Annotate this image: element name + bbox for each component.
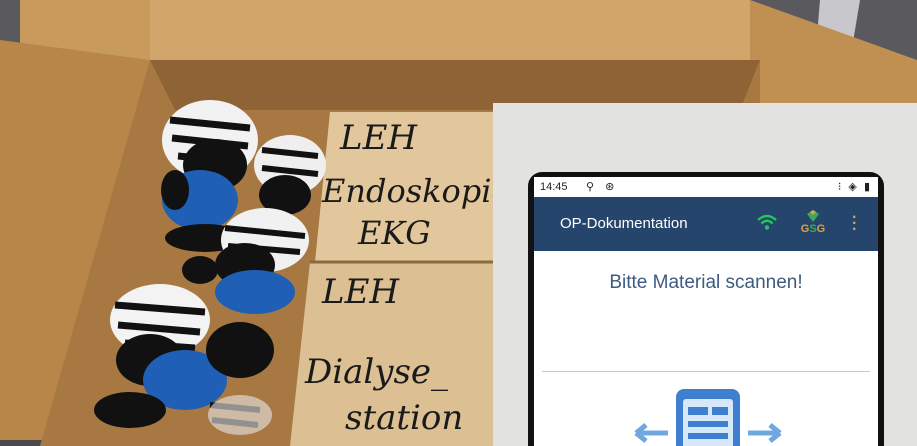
wifi-icon (756, 211, 778, 238)
status-time: 14:45 (540, 181, 568, 193)
divider (542, 371, 870, 372)
app-title: OP-Dokumentation (560, 215, 688, 232)
app-bar: OP-Dokumentation GSG · · · (534, 197, 878, 251)
scan-prompt: Bitte Material scannen! (609, 272, 803, 293)
phone-screen: 14:45 ⚲ ⊛ ⁝ ◈ ▮ OP-Dokumentation GSG ·· (534, 177, 878, 446)
status-bar: 14:45 ⚲ ⊛ ⁝ ◈ ▮ (534, 177, 878, 197)
box-label-top-line3: EKG (358, 214, 431, 252)
box-label-top-line2: Endoskopie/ (322, 172, 522, 210)
gsg-logo-text: GSG (800, 223, 826, 235)
box-label-top-line1: LEH (340, 118, 418, 158)
overflow-menu-icon[interactable]: · · · (852, 210, 857, 238)
scan-material-icon[interactable] (630, 385, 786, 446)
box-label-bottom-line1: LEH (322, 272, 400, 312)
gsg-logo: GSG (800, 209, 826, 239)
status-left-icons: ⚲ ⊛ (586, 181, 619, 193)
phone-frame: 14:45 ⚲ ⊛ ⁝ ◈ ▮ OP-Dokumentation GSG ·· (528, 172, 884, 446)
box-label-bottom-line2: Dialyse_ (305, 352, 449, 392)
box-label-bottom-line3: station (345, 398, 464, 438)
status-right-icons: ⁝ ◈ ▮ (837, 181, 872, 193)
